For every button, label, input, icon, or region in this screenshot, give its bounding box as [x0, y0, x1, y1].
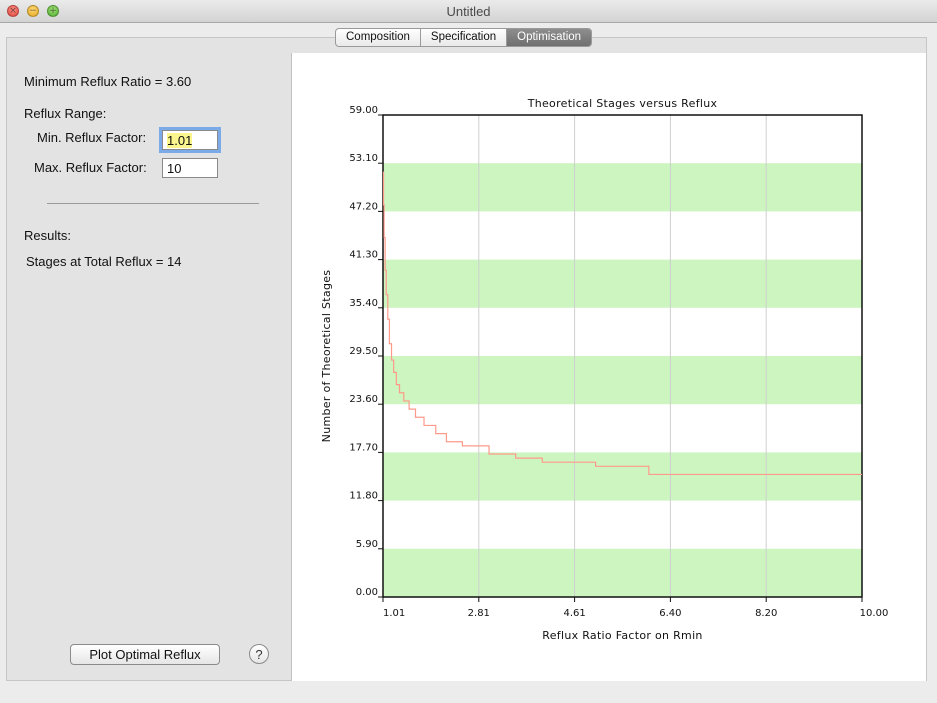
chart-area: 0.00 5.90 11.80 17.70 23.60 29.50 35.40 41.30 47…	[291, 53, 926, 681]
window-title: Untitled	[446, 4, 491, 19]
y-tick-label: 0.00	[356, 587, 378, 598]
y-tick-label: 47.20	[349, 201, 378, 212]
tab-specification[interactable]: Specification	[421, 29, 508, 46]
plot-band	[383, 259, 862, 308]
min-reflux-factor-input[interactable]: 1.01	[159, 127, 221, 153]
reflux-range-heading: Reflux Range:	[24, 106, 107, 121]
y-tick-label: 17.70	[349, 442, 378, 453]
x-axis-label: Reflux Ratio Factor on Rmin	[542, 629, 702, 642]
plot-optimal-reflux-button[interactable]: Plot Optimal Reflux	[70, 644, 220, 665]
x-tick-label: 1.01	[383, 608, 405, 619]
app-window: × − + Untitled Composition Specification…	[0, 0, 937, 703]
window-bottom-bar	[0, 683, 937, 703]
y-tick-label: 11.80	[349, 491, 378, 502]
plot-band	[383, 548, 862, 597]
y-axis-label: Number of Theoretical Stages	[320, 270, 333, 443]
plot-band	[383, 452, 862, 501]
tab-optimisation[interactable]: Optimisation	[507, 29, 592, 46]
tab-composition[interactable]: Composition	[336, 29, 421, 46]
divider	[47, 203, 259, 204]
plot-band	[383, 163, 862, 212]
stages-vs-reflux-chart: 0.00 5.90 11.80 17.70 23.60 29.50 35.40 41.30 47…	[320, 97, 889, 642]
settings-pane: Minimum Reflux Ratio = 3.60 Reflux Range…	[7, 38, 291, 680]
y-tick-label: 53.10	[349, 153, 378, 164]
plot-band	[383, 356, 862, 405]
max-reflux-factor-input[interactable]: 10	[162, 158, 218, 178]
x-tick-label: 6.40	[659, 608, 681, 619]
y-tick-label: 35.40	[349, 298, 378, 309]
min-reflux-ratio-text: Minimum Reflux Ratio = 3.60	[24, 74, 192, 89]
title-bar: × − + Untitled	[0, 0, 937, 23]
y-tick-label: 29.50	[349, 346, 378, 357]
stages-total-reflux-text: Stages at Total Reflux = 14	[26, 254, 182, 269]
y-tick-label: 5.90	[356, 539, 378, 550]
y-tick-label: 23.60	[349, 394, 378, 405]
y-tick-label: 59.00	[349, 105, 378, 116]
min-reflux-factor-label: Min. Reflux Factor:	[37, 130, 147, 145]
results-heading: Results:	[24, 228, 71, 243]
max-reflux-factor-label: Max. Reflux Factor:	[34, 160, 147, 175]
x-tick-label: 8.20	[755, 608, 777, 619]
x-tick-label: 10.00	[860, 608, 889, 619]
tab-bar: Composition Specification Optimisation	[335, 28, 593, 47]
help-button[interactable]: ?	[249, 644, 269, 664]
chart-title: Theoretical Stages versus Reflux	[527, 97, 718, 110]
x-tick-label: 2.81	[468, 608, 490, 619]
stages-curve	[382, 171, 862, 476]
min-reflux-factor-value: 1.01	[167, 133, 193, 148]
x-tick-label: 4.61	[563, 608, 585, 619]
optimisation-panel: Minimum Reflux Ratio = 3.60 Reflux Range…	[6, 37, 927, 681]
y-tick-label: 41.30	[349, 250, 378, 261]
